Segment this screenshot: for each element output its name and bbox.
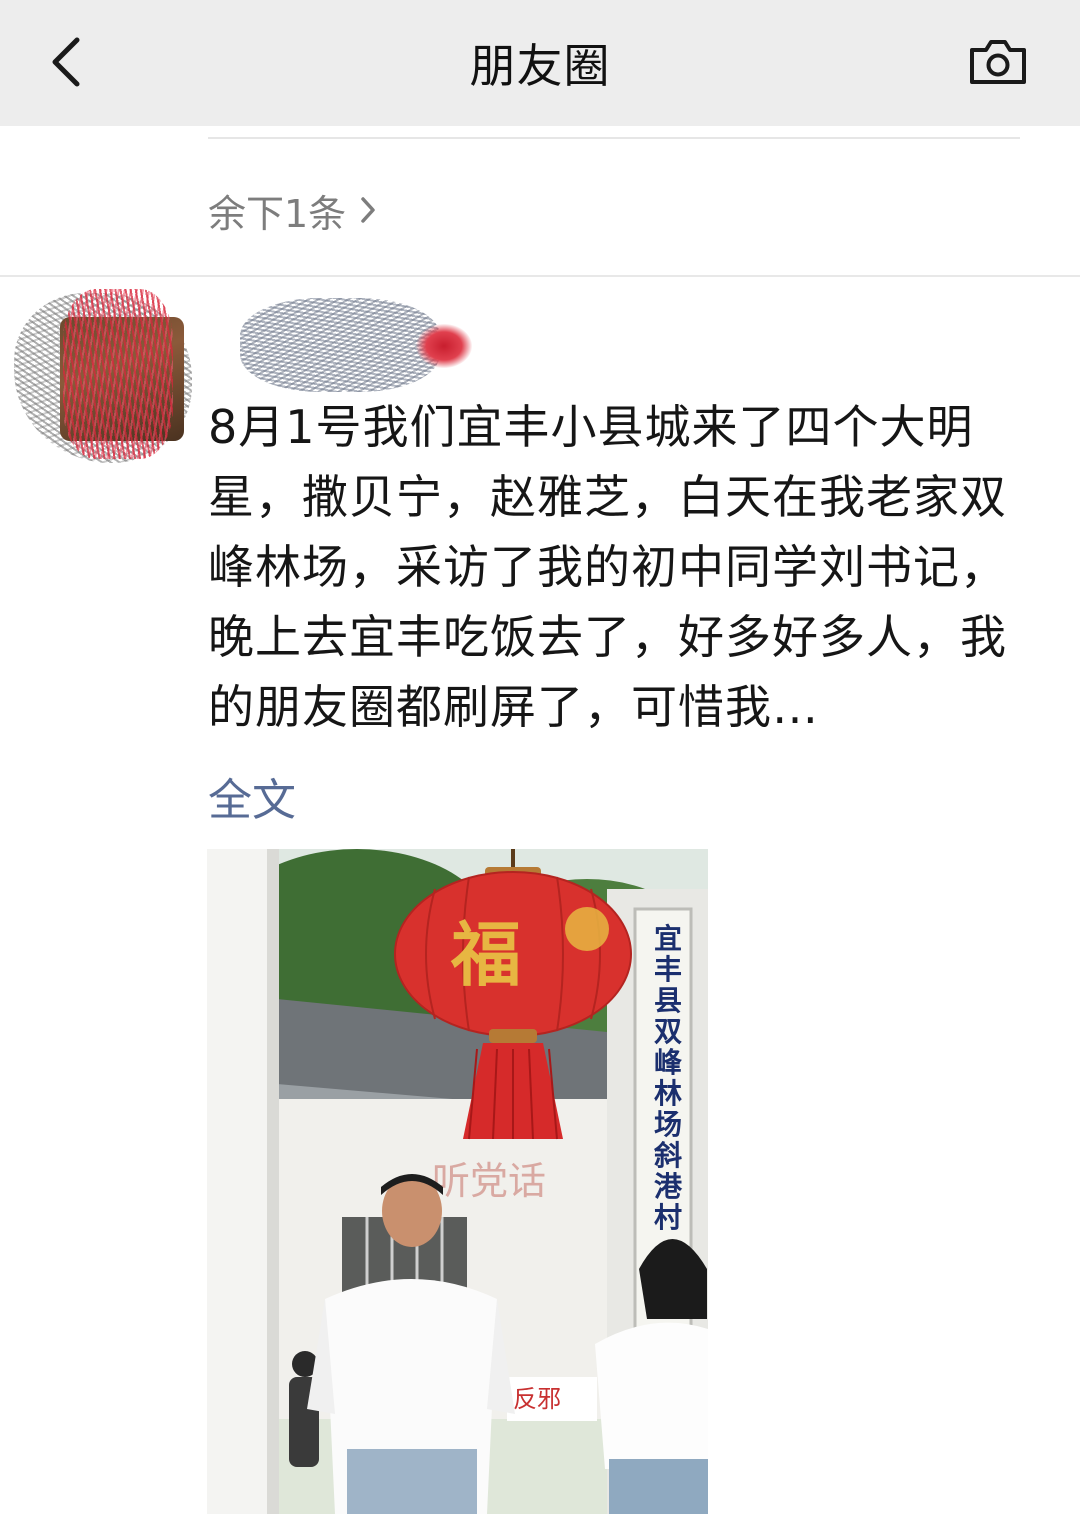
- section-divider: [0, 275, 1080, 277]
- username-redacted[interactable]: [210, 296, 480, 396]
- post-body-text: 8月1号我们宜丰小县城来了四个大明星，撒贝宁，赵雅芝，白天在我老家双峰林场，采访…: [208, 400, 1007, 734]
- wall-slogan: 听党话: [432, 1159, 546, 1203]
- lantern-character: 福: [450, 913, 521, 996]
- lips-sticker-icon: [416, 324, 472, 368]
- camera-icon: [970, 40, 1026, 84]
- username-redaction-scribble: [240, 298, 440, 392]
- camera-button[interactable]: [958, 28, 1038, 96]
- post-photo[interactable]: 听党话 反邪 福 宜丰县双峰林场斜港村: [207, 849, 708, 1514]
- banner-text: 反邪: [513, 1385, 561, 1413]
- avatar-red-scribble: [63, 289, 173, 459]
- page-title: 朋友圈: [469, 39, 611, 93]
- remaining-label: 余下1条: [208, 191, 347, 236]
- village-sign-text: 宜丰县双峰林场斜港村: [653, 922, 682, 1234]
- nav-bar: 朋友圈: [0, 0, 1080, 126]
- full-text-link[interactable]: 全文: [208, 764, 296, 828]
- divider: [208, 137, 1020, 139]
- chevron-right-icon: [358, 194, 378, 226]
- avatar[interactable]: [8, 285, 204, 475]
- photo-scene: 听党话 反邪 福: [207, 849, 708, 1514]
- show-remaining-button[interactable]: 余下1条: [208, 182, 378, 238]
